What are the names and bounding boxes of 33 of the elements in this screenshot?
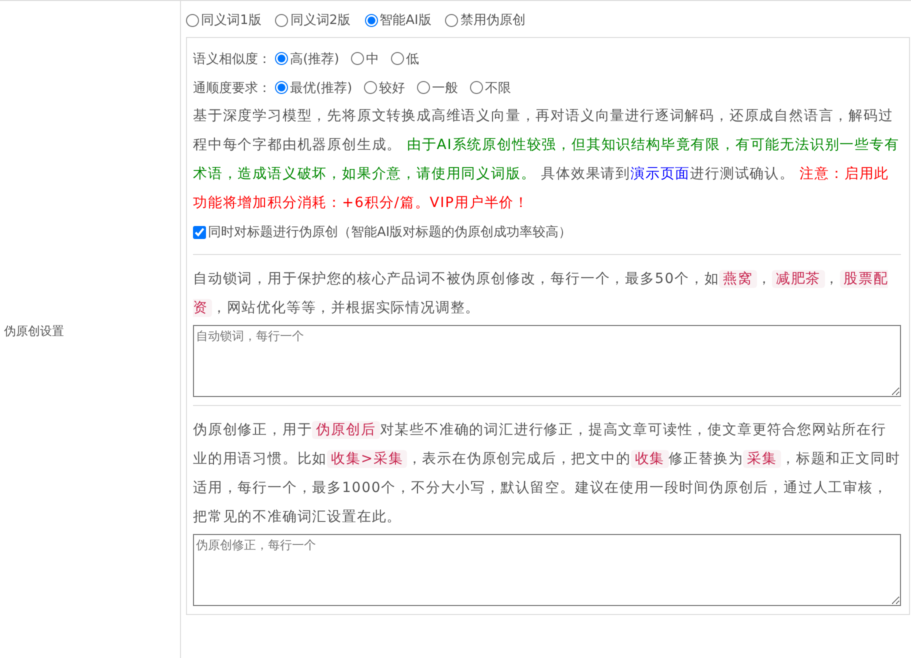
correction-field[interactable]: 伪原创修正，每行一个 [193, 534, 901, 606]
fluency-radio[interactable]: 不限 [470, 78, 512, 96]
lock-words-field[interactable]: 自动锁词，每行一个 [193, 325, 901, 397]
fluency-radio[interactable]: 最优(推荐) [275, 78, 352, 96]
ai-description: 基于深度学习模型，先将原文转换成高维语义向量，再对语义向量进行逐词解码，还原成自然语言，解码过程中每个字都由机器原创生成。 由于AI系统原创性较强，但其知识结构毕竟有限，有可能无法识别一些专有术语，造成语义破坏，如果介意，请使用同义词版。 具体效果请到演示页面进行测试确认。 注意：启用此功能将增加积分消耗：+6积分/篇。VIP用户半价！ [193, 107, 900, 213]
radio-input[interactable] [275, 81, 288, 94]
radio-input[interactable] [364, 14, 378, 26]
radio-input[interactable] [275, 52, 288, 65]
mode-radio[interactable]: 同义词1版 [186, 11, 262, 29]
lock-description: 自动锁词，用于保护您的核心产品词不被伪原创修改，每行一个，最多50个，如 燕窝 ， 减肥茶 ， 股票配资 ，网站优化等等，并根据实际情况调整。 [193, 269, 890, 319]
radio-input[interactable] [186, 14, 199, 26]
radio-input[interactable] [417, 81, 430, 94]
checkbox-input[interactable] [193, 226, 206, 238]
radio-input[interactable] [391, 52, 404, 65]
fluency-radio[interactable]: 较好 [364, 78, 406, 96]
fluency-label: 通顺度要求： [193, 80, 271, 96]
radio-input[interactable] [364, 81, 378, 94]
similarity-radio[interactable]: 低 [391, 50, 420, 68]
demo-link[interactable]: 演示页面 [630, 166, 690, 182]
similarity-label: 语义相似度： [193, 50, 271, 68]
similarity-radio[interactable]: 中 [351, 50, 380, 68]
similarity-radio[interactable]: 高(推荐) [275, 50, 340, 68]
mode-radio[interactable]: 智能AI版 [364, 11, 432, 29]
mode-radio[interactable]: 同义词2版 [275, 11, 351, 29]
radio-input[interactable] [275, 14, 288, 26]
radio-input[interactable] [470, 81, 484, 94]
title-checkbox[interactable]: 同时对标题进行伪原创（智能AI版对标题的伪原创成功率较高） [193, 218, 901, 246]
fix-description: 伪原创修正，用于 伪原创后 对某些不准确的词汇进行修正，提高文章可读性，使文章更符合您网站所在行业的用语习惯。比如 收集>采集 ，表示在伪原创完成后，把文中的 收集 修正替换为 采集 ，标题和正文同时适用，每行一个，最多1000个，不分大小写，默认留空。建议在使用一段时间伪原创后，通过人工审核，把常见的不准确词汇设置在此。 [193, 420, 901, 527]
fluency-radio[interactable]: 一般 [417, 78, 458, 96]
radio-input[interactable] [445, 14, 458, 26]
section-label: 伪原创设置 [3, 323, 64, 340]
mode-radio[interactable]: 禁用伪原创 [445, 11, 526, 29]
radio-input[interactable] [351, 52, 364, 65]
